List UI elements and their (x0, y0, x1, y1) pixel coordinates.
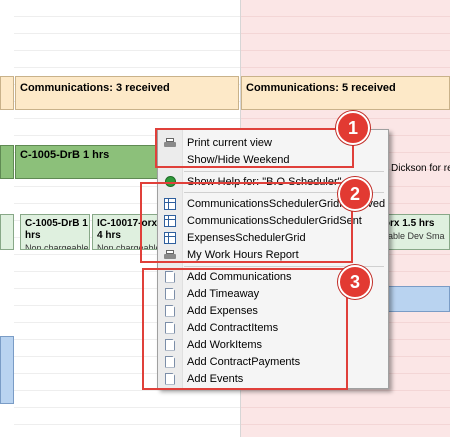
annotation-box-2 (140, 182, 353, 263)
work-appointment-subtitle: Non chargeable (25, 243, 89, 250)
annotation-box-1 (155, 128, 354, 168)
work-appointment-left[interactable] (0, 145, 14, 179)
event-appointment-left[interactable] (0, 336, 14, 404)
communications-appointment[interactable]: Communications: 3 received (15, 76, 239, 110)
communications-appointment-left[interactable] (0, 76, 14, 110)
annotation-badge-2: 2 (338, 177, 372, 211)
work-appointment-left[interactable] (0, 214, 14, 250)
communications-appointment[interactable]: Communications: 5 received (241, 76, 450, 110)
work-appointment-label: C-1005-DrB 1 hrs (20, 149, 110, 161)
annotation-badge-3: 3 (338, 265, 372, 299)
work-appointment-hours: hrs (25, 230, 41, 241)
annotation-badge-1: 1 (336, 111, 370, 145)
work-appointment-label: Dickson for repa (391, 163, 450, 174)
menu-separator (184, 171, 384, 172)
work-appointment[interactable]: C-1005-DrB 1 hrs Non chargeable (20, 214, 90, 250)
communications-appointment-label: Communications: 5 received (246, 82, 396, 94)
communications-appointment-label: Communications: 3 received (20, 82, 170, 94)
work-appointment-hours: 4 hrs (97, 230, 121, 241)
annotation-box-3 (142, 268, 348, 390)
work-appointment-title: C-1005-DrB 1 (25, 218, 88, 229)
